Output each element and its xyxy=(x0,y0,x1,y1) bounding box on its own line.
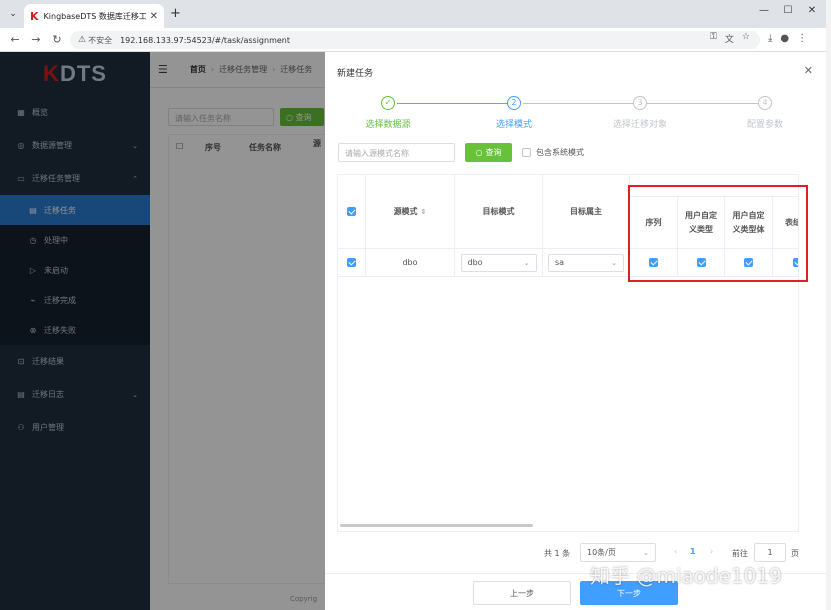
minimize-icon[interactable]: — xyxy=(754,5,774,16)
browser-addressbar: ← → ↻ ⚠ 不安全 192.168.133.97:54523/#/task/… xyxy=(0,28,831,52)
forward-icon[interactable]: → xyxy=(29,33,43,46)
target-owner-select[interactable]: sa ⌄ xyxy=(543,249,630,277)
include-system-schema-checkbox[interactable]: 包含系统模式 xyxy=(522,147,584,158)
new-tab-icon[interactable]: + xyxy=(170,6,181,21)
tab-search-icon[interactable]: ⌄ xyxy=(6,7,20,21)
warning-icon: ⚠ xyxy=(78,35,87,45)
drawer-title: 新建任务 xyxy=(337,69,374,79)
tab-close-icon[interactable]: ✕ xyxy=(150,11,158,22)
step-1-check-icon: ✓ xyxy=(381,96,395,110)
step-connector xyxy=(397,103,511,104)
col-source-schema[interactable]: 源模式 ⇕ xyxy=(366,175,455,249)
close-icon[interactable]: ✕ xyxy=(804,64,813,77)
chevron-down-icon: ⌄ xyxy=(611,258,617,267)
star-icon[interactable]: ☆ xyxy=(742,32,750,45)
steps: ✓ 2 3 4 选择数据源 选择模式 选择迁移对象 配置参数 xyxy=(325,96,831,136)
next-page-icon[interactable]: › xyxy=(710,547,713,556)
col-target-schema: 目标模式 xyxy=(455,175,543,249)
download-icon[interactable]: ⤓ xyxy=(768,33,772,44)
col-target-owner: 目标属主 xyxy=(543,175,630,249)
step-4-number: 4 xyxy=(758,96,772,110)
window-edge xyxy=(826,0,831,610)
url-text: 192.168.133.97:54523/#/task/assignment xyxy=(120,35,290,45)
translate-icon[interactable]: 文 xyxy=(725,32,734,45)
step-4-label: 配置参数 xyxy=(746,120,783,130)
chevron-down-icon: ⌄ xyxy=(523,258,530,267)
tab-title: KingbaseDTS 数据库迁移工具 xyxy=(43,11,146,21)
url-input[interactable]: ⚠ 不安全 192.168.133.97:54523/#/task/assign… xyxy=(70,31,760,49)
insecure-label: 不安全 xyxy=(88,35,113,45)
window-close-icon[interactable]: ✕ xyxy=(802,5,822,16)
search-icon: ○ xyxy=(475,148,483,157)
key-icon[interactable]: ⚿ xyxy=(710,32,717,45)
pagination-total: 共 1 条 xyxy=(544,549,571,558)
step-2-number: 2 xyxy=(507,96,521,110)
step-1-label: 选择数据源 xyxy=(365,120,411,130)
chevron-down-icon: ⌄ xyxy=(643,548,649,557)
browser-menu-icon[interactable]: ⋮ xyxy=(797,33,807,44)
page-number[interactable]: 1 xyxy=(690,547,696,556)
step-2-label: 选择模式 xyxy=(495,120,532,130)
target-schema-select[interactable]: dbo ⌄ xyxy=(455,249,543,277)
step-3-number: 3 xyxy=(633,96,647,110)
watermark: 知乎 @miaode1019 xyxy=(590,564,782,588)
schema-search-button[interactable]: ○ 查询 xyxy=(465,143,512,162)
checkbox-icon xyxy=(522,148,531,157)
select-all-checkbox[interactable] xyxy=(338,175,366,249)
page-unit-label: 页 xyxy=(791,549,799,558)
goto-label: 前往 xyxy=(732,549,748,558)
horizontal-scrollbar[interactable] xyxy=(340,524,533,527)
reload-icon[interactable]: ↻ xyxy=(50,33,64,46)
browser-tab[interactable]: K KingbaseDTS 数据库迁移工具 ✕ xyxy=(24,4,164,28)
maximize-icon[interactable]: ☐ xyxy=(778,5,798,16)
new-task-drawer: 新建任务 ✕ ✓ 2 3 4 选择数据源 选择模式 选择迁移对象 配置参数 请输… xyxy=(325,52,831,610)
app-favicon-icon: K xyxy=(30,9,39,23)
browser-tabbar: ⌄ K KingbaseDTS 数据库迁移工具 ✕ + — ☐ ✕ xyxy=(0,0,831,28)
sort-icon[interactable]: ⇕ xyxy=(421,205,427,219)
prev-page-icon[interactable]: ‹ xyxy=(674,547,677,556)
highlight-annotation xyxy=(628,185,808,282)
step-3-label: 选择迁移对象 xyxy=(612,120,667,130)
prev-step-button[interactable]: 上一步 xyxy=(473,581,571,605)
step-connector xyxy=(523,103,633,104)
row-checkbox[interactable] xyxy=(338,249,366,277)
cell-source-schema: dbo xyxy=(366,249,455,277)
profile-icon[interactable]: ● xyxy=(780,33,789,44)
step-connector xyxy=(647,103,759,104)
schema-search-input[interactable]: 请输入源模式名称 xyxy=(338,143,455,162)
back-icon[interactable]: ← xyxy=(8,33,22,46)
